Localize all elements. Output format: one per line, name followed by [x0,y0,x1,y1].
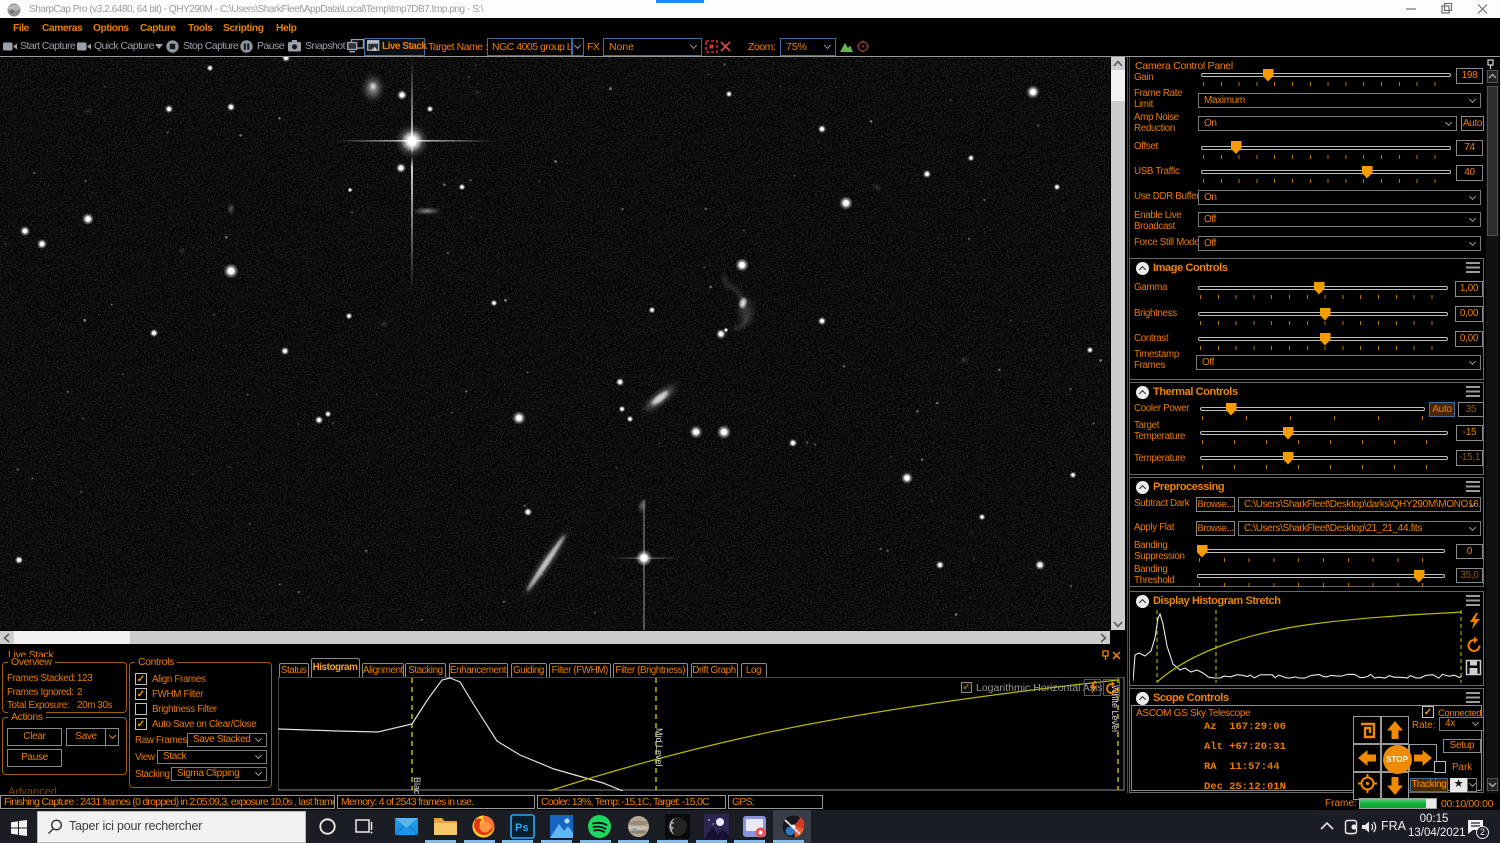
svg-text:Ps: Ps [515,822,528,834]
